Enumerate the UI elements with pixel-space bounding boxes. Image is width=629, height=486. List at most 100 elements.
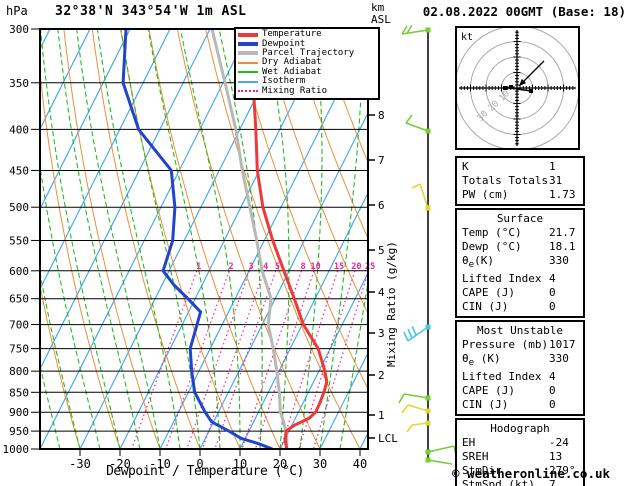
svg-text:400: 400 xyxy=(9,123,29,136)
svg-text:3: 3 xyxy=(248,262,253,272)
svg-text:600: 600 xyxy=(9,265,29,278)
svg-text:4: 4 xyxy=(378,286,385,299)
svg-text:8: 8 xyxy=(378,109,385,122)
panel-row-value: 18.1 xyxy=(549,240,576,253)
indices-panel: K 1 Totals Totals 31 PW (cm) 1.73 Surface Temp … xyxy=(455,156,585,486)
panel-row-label: Lifted Index xyxy=(462,272,542,286)
hodograph-plot: 10 20 30 kt xyxy=(455,26,580,154)
panel-row-label: Lifted Index xyxy=(462,370,542,384)
svg-text:LCL: LCL xyxy=(378,432,398,445)
legend-label: Dry Adiabat xyxy=(262,57,322,68)
panel-row: Dewp (°C) 18.1 xyxy=(462,240,583,254)
panel-row-value: 4 xyxy=(549,370,556,384)
svg-text:4: 4 xyxy=(263,262,268,272)
svg-text:550: 550 xyxy=(9,234,29,247)
panel-row-value: 1.73 xyxy=(549,188,576,201)
svg-text:1000: 1000 xyxy=(3,443,30,456)
panel-row-label: Temp (°C) xyxy=(462,226,522,239)
wind-barb xyxy=(425,445,455,455)
svg-text:10: 10 xyxy=(310,262,320,272)
svg-text:800: 800 xyxy=(9,365,29,378)
panel-row: CIN (J) 0 xyxy=(462,300,583,314)
panel-row-value: -24 xyxy=(549,436,569,450)
wind-barb xyxy=(403,324,431,342)
legend-swatch-parcel-trajectory xyxy=(238,51,258,56)
panel-row: PW (cm) 1.73 xyxy=(462,188,583,202)
legend-item: Isotherm xyxy=(238,77,376,86)
panel-row: K1 xyxy=(462,160,583,174)
legend-item: Mixing Ratio xyxy=(238,86,376,95)
legend-swatch-wet-adiabat xyxy=(238,71,258,74)
legend-label: Mixing Ratio xyxy=(262,85,328,96)
panel-row-label: θe(K) xyxy=(462,254,495,271)
svg-text:300: 300 xyxy=(9,23,29,36)
svg-text:500: 500 xyxy=(9,201,29,214)
panel-row: SREH 13 xyxy=(462,450,583,464)
panel-row: Totals Totals 31 xyxy=(462,174,583,188)
panel-section: K 1 Totals Totals 31 PW (cm) 1.73 xyxy=(455,156,585,206)
svg-text:6: 6 xyxy=(378,199,385,212)
legend-label: Temperature xyxy=(262,29,322,40)
panel-row: Lifted Index 4 xyxy=(462,272,583,286)
svg-text:1: 1 xyxy=(196,262,201,272)
pressure-axis: 300 350 400 450 500 550 600 650 700 750 800 850 900 9… xyxy=(3,23,40,456)
legend-item: Wet Adiabat xyxy=(238,67,376,77)
hodograph-unit: kt xyxy=(461,32,473,43)
panel-section-most-unstable: Most Unstable Pressure (mb) 1017 θe (K) 330 L… xyxy=(455,320,585,417)
svg-text:5: 5 xyxy=(275,262,280,272)
panel-section-title: Hodograph xyxy=(490,422,550,436)
panel-row: CIN (J) 0 xyxy=(462,398,583,412)
svg-text:20: 20 xyxy=(351,262,361,272)
panel-row: Temp (°C) 21.7 xyxy=(462,226,583,240)
panel-row-label: SREH xyxy=(462,450,489,464)
panel-row-value: 13 xyxy=(549,450,563,464)
panel-row-value: 330 xyxy=(549,254,569,267)
panel-row-label: CIN (J) xyxy=(462,398,509,412)
panel-row: Lifted Index 4 xyxy=(462,370,583,384)
svg-text:700: 700 xyxy=(9,319,29,332)
chart-legend: Temperature Dewpoint Parcel Trajectory Dry … xyxy=(234,27,380,100)
panel-row-label: θe (K) xyxy=(462,352,501,369)
panel-row-value: 0 xyxy=(549,384,556,398)
skewt-sounding-screen: hPa 32°38'N 343°54'W 1m ASL 02.08.2022 0… xyxy=(0,0,629,486)
wind-barb xyxy=(401,24,431,35)
panel-row-value: 0 xyxy=(549,286,556,300)
legend-label: Isotherm xyxy=(262,76,306,87)
panel-row-value: 4 xyxy=(549,272,556,286)
wind-barb xyxy=(401,404,431,414)
panel-row-label: K xyxy=(462,160,469,173)
panel-row-label: PW (cm) xyxy=(462,188,509,201)
panel-row-value: 0 xyxy=(549,398,556,412)
panel-row-label: CAPE (J) xyxy=(462,384,515,398)
panel-row: Pressure (mb) 1017 xyxy=(462,338,583,352)
svg-text:25: 25 xyxy=(365,262,375,272)
panel-row-label: Dewp (°C) xyxy=(462,240,522,253)
panel-row-value: 21.7 xyxy=(549,226,576,239)
svg-text:15: 15 xyxy=(334,262,344,272)
panel-row-label: CIN (J) xyxy=(462,300,509,314)
panel-row: θe(K) 330 xyxy=(462,254,583,272)
svg-text:750: 750 xyxy=(9,343,29,356)
wind-barb xyxy=(425,457,453,465)
wind-barb xyxy=(405,114,431,134)
svg-text:850: 850 xyxy=(9,386,29,399)
svg-text:5: 5 xyxy=(378,244,385,257)
svg-text:2: 2 xyxy=(228,262,233,272)
svg-text:7: 7 xyxy=(378,154,385,167)
panel-row: θe (K) 330 xyxy=(462,352,583,370)
legend-swatch-mixing-ratio xyxy=(238,90,258,93)
panel-row-value: 1017 xyxy=(549,338,576,352)
panel-section-title: Surface xyxy=(496,212,544,225)
wind-barb xyxy=(406,420,431,433)
panel-section-title: Most Unstable xyxy=(476,324,564,338)
panel-row-value: 330 xyxy=(549,352,569,366)
svg-text:3: 3 xyxy=(378,327,385,340)
svg-text:650: 650 xyxy=(9,293,29,306)
panel-row: CAPE (J) 0 xyxy=(462,384,583,398)
svg-text:950: 950 xyxy=(9,425,29,438)
legend-swatch-isotherm xyxy=(238,80,258,83)
panel-row-value: 1 xyxy=(549,160,556,173)
legend-swatch-temperature xyxy=(238,32,258,37)
panel-row-label: Pressure (mb) xyxy=(462,338,549,352)
panel-row-value: 31 xyxy=(549,174,563,187)
